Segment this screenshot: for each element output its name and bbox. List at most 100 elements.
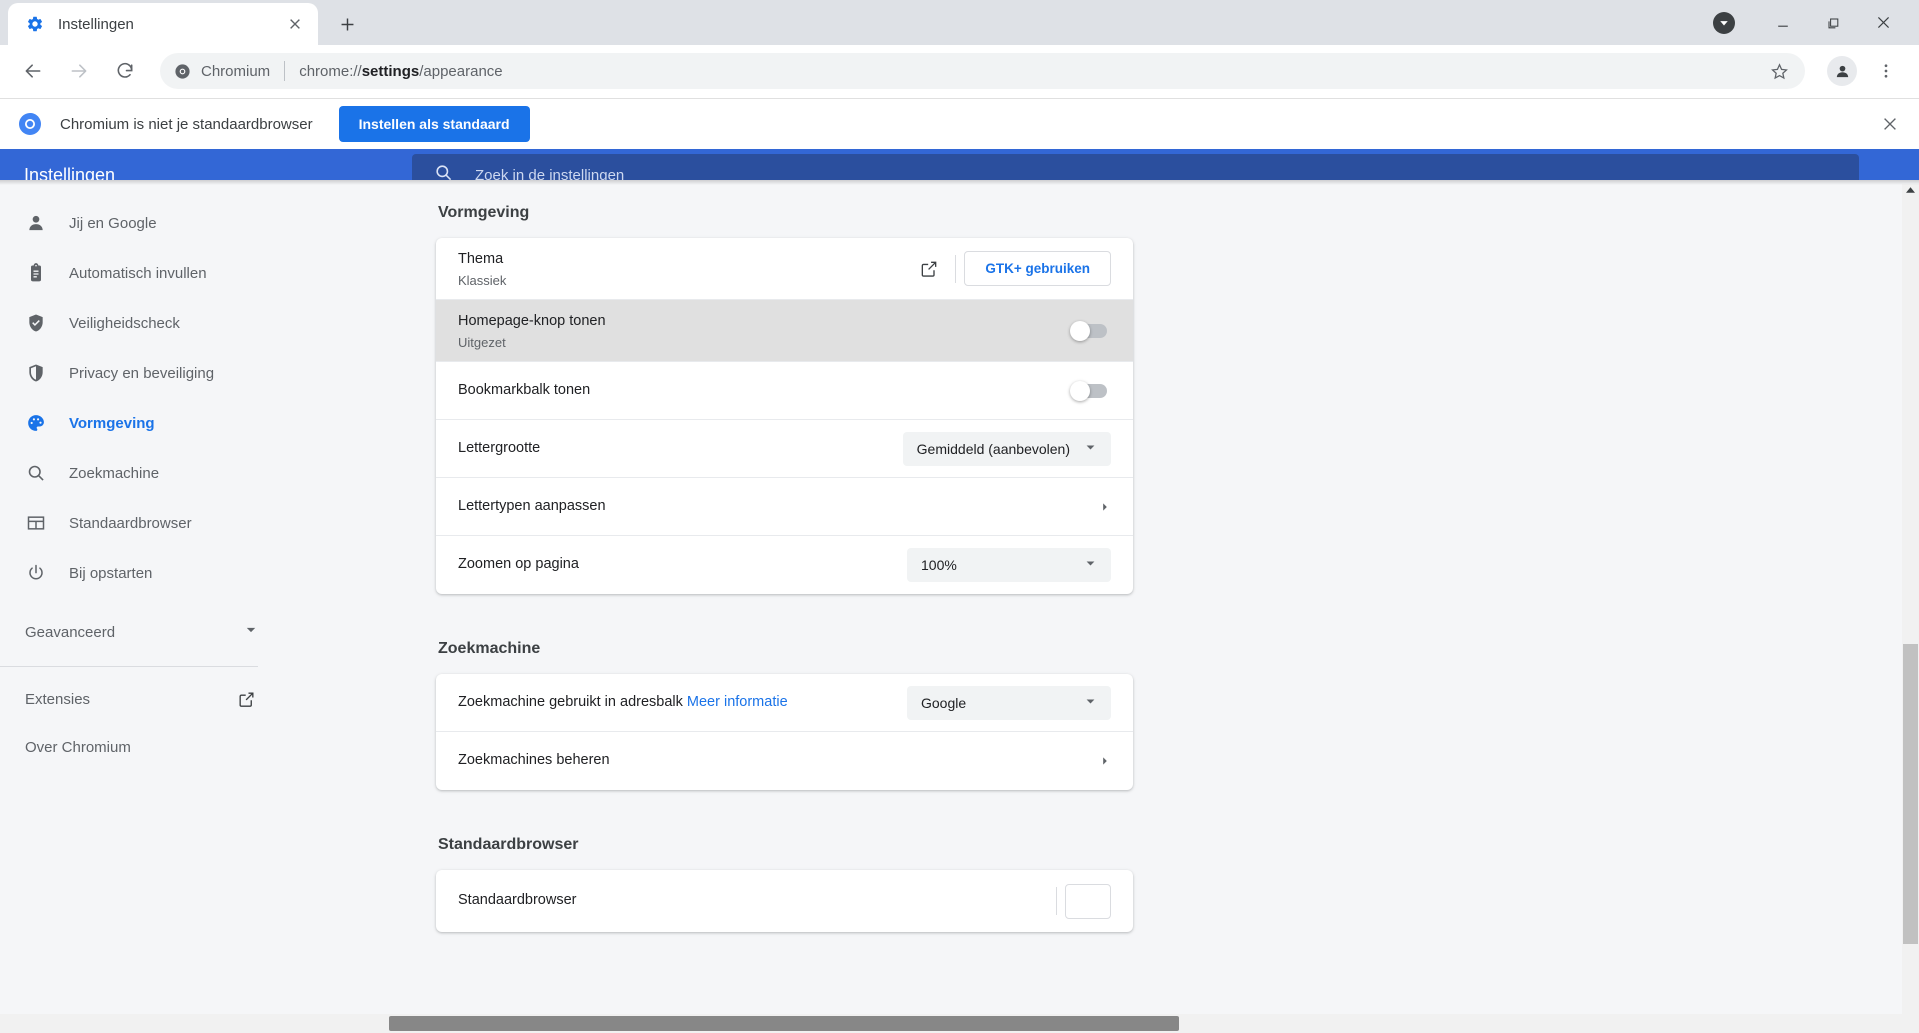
profile-avatar[interactable]	[1827, 56, 1857, 86]
chip-label: Chromium	[201, 62, 271, 80]
new-tab-button[interactable]	[330, 7, 364, 41]
meer-informatie-link[interactable]: Meer informatie	[687, 694, 788, 710]
close-icon[interactable]	[282, 11, 308, 37]
row-label: Zoekmachine gebruikt in adresbalk Meer i…	[458, 692, 907, 713]
row-lettergrootte[interactable]: Lettergrootte Gemiddeld (aanbevolen)	[436, 420, 1133, 478]
window-close-button[interactable]	[1861, 4, 1905, 42]
sidebar-item-label: Veiligheidscheck	[69, 314, 180, 332]
row-standaardbrowser[interactable]: Standaardbrowser	[436, 870, 1133, 932]
sidebar-divider	[0, 666, 258, 667]
row-lettertypen-aanpassen[interactable]: Lettertypen aanpassen	[436, 478, 1133, 536]
horizontal-scrollbar[interactable]	[0, 1014, 1919, 1033]
card-vormgeving: Thema Klassiek GTK+ gebruiken Homepage-k…	[436, 238, 1133, 594]
row-label: Zoekmachines beheren	[458, 752, 610, 769]
row-label: Zoomen op pagina	[458, 556, 579, 573]
toggle-homepage-button[interactable]	[1070, 320, 1107, 341]
chevron-right-icon	[1099, 501, 1111, 513]
banner-message: Chromium is niet je standaardbrowser	[60, 115, 313, 133]
security-chip[interactable]: Chromium	[174, 63, 270, 80]
settings-sidebar: Jij en Google Automatisch invullen Veili…	[0, 180, 318, 1033]
row-label: Homepage-knop tonen	[458, 312, 606, 329]
shield-icon	[25, 362, 47, 384]
default-browser-banner: Chromium is niet je standaardbrowser Ins…	[0, 98, 1919, 149]
select-page-zoom[interactable]: 100%	[907, 548, 1111, 582]
sidebar-item-over-chromium[interactable]: Over Chromium	[0, 723, 318, 771]
sidebar-item-jij-en-google[interactable]: Jij en Google	[0, 198, 318, 248]
row-zoekmachine-adresbalk[interactable]: Zoekmachine gebruikt in adresbalk Meer i…	[436, 674, 1133, 732]
gear-icon	[26, 15, 44, 33]
chromium-icon	[18, 112, 42, 136]
make-default-button[interactable]	[1065, 883, 1111, 919]
select-value: 100%	[921, 557, 957, 573]
section-title-zoekmachine: Zoekmachine	[438, 640, 541, 657]
close-icon[interactable]	[1881, 115, 1899, 133]
vertical-scrollbar[interactable]	[1902, 184, 1919, 1014]
shield-check-icon	[25, 312, 47, 334]
select-font-size[interactable]: Gemiddeld (aanbevolen)	[902, 431, 1111, 466]
chromium-icon	[175, 63, 190, 79]
reload-icon[interactable]	[106, 52, 144, 90]
external-link-icon	[237, 690, 256, 709]
scrollbar-corner	[1902, 1014, 1919, 1033]
select-search-engine[interactable]: Google	[907, 685, 1111, 720]
sidebar-item-label: Standaardbrowser	[69, 514, 192, 532]
external-link-icon[interactable]	[907, 259, 951, 279]
browser-tab-settings[interactable]: Instellingen	[8, 3, 318, 45]
tab-title: Instellingen	[58, 15, 134, 33]
vertical-scrollbar-thumb[interactable]	[1903, 644, 1918, 944]
forward-icon	[60, 52, 98, 90]
address-bar[interactable]: Chromium chrome://settings/appearance	[160, 53, 1805, 89]
palette-icon	[25, 412, 47, 434]
select-value: Google	[921, 694, 967, 711]
sidebar-item-zoekmachine[interactable]: Zoekmachine	[0, 448, 318, 498]
url-suffix: /appearance	[419, 62, 503, 80]
set-as-default-button[interactable]: Instellen als standaard	[338, 106, 530, 142]
row-bookmarkbalk-tonen[interactable]: Bookmarkbalk tonen	[436, 362, 1133, 420]
three-dot-menu-icon[interactable]	[1867, 52, 1905, 90]
toggle-knob	[1070, 380, 1090, 401]
tab-strip: Instellingen	[0, 0, 1919, 45]
sidebar-item-label: Extensies	[25, 690, 91, 708]
sidebar-item-vormgeving[interactable]: Vormgeving	[0, 398, 318, 448]
star-icon[interactable]	[1770, 62, 1789, 81]
sidebar-item-standaardbrowser[interactable]: Standaardbrowser	[0, 498, 318, 548]
row-zoekmachines-beheren[interactable]: Zoekmachines beheren	[436, 732, 1133, 790]
url-prefix: chrome://	[299, 62, 362, 80]
sidebar-item-geavanceerd[interactable]: Geavanceerd	[0, 606, 318, 658]
section-title-standaardbrowser: Standaardbrowser	[438, 836, 579, 853]
sidebar-item-label: Over Chromium	[25, 738, 131, 756]
horizontal-scrollbar-thumb[interactable]	[389, 1016, 1179, 1031]
sidebar-item-veiligheidscheck[interactable]: Veiligheidscheck	[0, 298, 318, 348]
minimize-button[interactable]	[1761, 4, 1805, 42]
sidebar-item-bij-opstarten[interactable]: Bij opstarten	[0, 548, 318, 598]
sidebar-item-label: Zoekmachine	[69, 464, 160, 482]
row-zoomen-op-pagina[interactable]: Zoomen op pagina 100%	[436, 536, 1133, 594]
sidebar-item-label: Automatisch invullen	[69, 264, 207, 282]
sidebar-item-extensies[interactable]: Extensies	[0, 675, 318, 723]
sidebar-item-automatisch-invullen[interactable]: Automatisch invullen	[0, 248, 318, 298]
browser-window-icon	[25, 512, 47, 534]
browser-toolbar: Chromium chrome://settings/appearance	[0, 45, 1919, 98]
url-text: chrome://settings/appearance	[299, 63, 1770, 80]
chevron-down-icon	[244, 623, 258, 641]
maximize-button[interactable]	[1811, 4, 1855, 42]
window-controls	[1713, 0, 1919, 45]
row-divider	[1056, 887, 1058, 915]
toggle-bookmarks-bar[interactable]	[1070, 380, 1107, 401]
row-label: Standaardbrowser	[458, 892, 577, 909]
person-icon	[25, 212, 47, 234]
row-homepage-knop-tonen[interactable]: Homepage-knop tonen Uitgezet	[436, 300, 1133, 362]
scroll-up-arrow[interactable]	[1902, 184, 1919, 196]
clipboard-icon	[25, 262, 47, 284]
row-thema[interactable]: Thema Klassiek GTK+ gebruiken	[436, 238, 1133, 300]
back-icon[interactable]	[14, 52, 52, 90]
use-gtk-button[interactable]: GTK+ gebruiken	[964, 251, 1111, 286]
chevron-down-icon	[1070, 695, 1097, 711]
row-divider	[955, 254, 957, 283]
sidebar-item-privacy-en-beveiliging[interactable]: Privacy en beveiliging	[0, 348, 318, 398]
download-icon[interactable]	[1713, 11, 1735, 34]
chevron-down-icon	[1070, 557, 1097, 573]
settings-main-pane: Vormgeving Thema Klassiek GTK+ gebruiken…	[318, 180, 1919, 1033]
sidebar-item-label: Bij opstarten	[69, 564, 153, 582]
row-sublabel: Klassiek	[458, 273, 507, 288]
